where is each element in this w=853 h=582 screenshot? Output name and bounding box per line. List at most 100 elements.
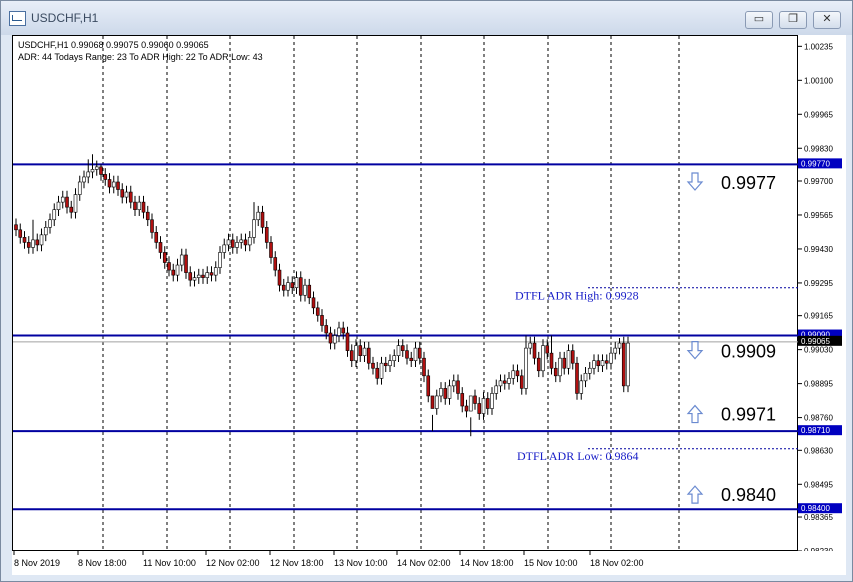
candle-body-5 xyxy=(35,239,40,246)
candle-body-65 xyxy=(290,282,295,289)
candle-body-130 xyxy=(566,350,571,369)
close-button[interactable]: ✕ xyxy=(813,11,841,29)
price-tick-label: 1.00100 xyxy=(804,76,833,85)
candle-body-72 xyxy=(320,315,324,326)
candle-body-3 xyxy=(26,242,31,248)
candle-body-83 xyxy=(366,347,371,364)
level-price-tag: 0.98400 xyxy=(801,504,830,513)
chart-window-icon xyxy=(9,11,26,26)
candle-body-62 xyxy=(277,269,282,286)
candle-body-35 xyxy=(162,252,167,263)
candle-body-45 xyxy=(205,272,210,278)
candle-body-106 xyxy=(464,405,469,412)
candle-body-105 xyxy=(460,393,465,407)
candle-body-128 xyxy=(558,357,562,377)
minimize-button[interactable]: ▭ xyxy=(745,11,773,29)
candle-body-58 xyxy=(260,211,265,228)
price-tick-label: 0.98895 xyxy=(804,380,833,389)
price-tick-label: 0.99030 xyxy=(804,346,833,355)
chart-info: USDCHF,H1 0.99068 0.99075 0.99060 0.9906… xyxy=(18,39,263,63)
candle-body-104 xyxy=(456,380,460,394)
price-tick-label: 0.99700 xyxy=(804,177,833,186)
price-tick-label: 0.99830 xyxy=(804,144,833,153)
price-chart[interactable]: DTFL ADR High: 0.9928 DTFL ADR Low: 0.986… xyxy=(13,36,799,552)
candle-body-96 xyxy=(422,357,426,377)
annotation-text-1: 0.9909 xyxy=(721,342,776,362)
candle-body-86 xyxy=(379,362,384,379)
candle-body-80 xyxy=(354,345,358,362)
time-axis-labels: 8 Nov 2019 8 Nov 18:00 11 Nov 10:00 12 Nov … xyxy=(13,551,644,568)
time-tick-label: 18 Nov 02:00 xyxy=(590,558,644,568)
candle-body-134 xyxy=(583,372,588,382)
candle-body-70 xyxy=(311,297,316,309)
candle-body-76 xyxy=(337,327,341,336)
candle-body-39 xyxy=(179,254,184,266)
candle-body-13 xyxy=(69,206,74,213)
candle-body-51 xyxy=(230,239,235,248)
candle-body-116 xyxy=(507,378,511,384)
candle-body-98 xyxy=(430,395,435,409)
candle-body-135 xyxy=(587,367,592,374)
candle-body-100 xyxy=(439,388,443,397)
arrow-down-icon xyxy=(686,172,704,191)
candle-body-120 xyxy=(524,347,528,389)
price-tick-label: 0.99165 xyxy=(804,312,833,321)
candle-body-6 xyxy=(39,234,44,246)
annotation-text-3: 0.9840 xyxy=(721,485,776,505)
candle-body-20 xyxy=(99,166,103,175)
candle-body-115 xyxy=(502,380,507,384)
candle-body-12 xyxy=(65,196,69,208)
candle-body-118 xyxy=(515,370,520,377)
price-tick-label: 0.98760 xyxy=(804,414,833,423)
candle-body-40 xyxy=(184,254,188,273)
candle-body-29 xyxy=(137,201,142,210)
adr-low-label: DTFL ADR Low: 0.9864 xyxy=(517,449,639,463)
price-axis[interactable]: 1.00235 1.00100 0.99965 0.99830 0.99700 0.995… xyxy=(798,35,846,551)
candle-body-31 xyxy=(145,211,150,221)
candle-body-17 xyxy=(86,171,91,178)
candle-body-11 xyxy=(60,196,65,203)
candle-body-18 xyxy=(90,169,95,173)
annotation-text-0: 0.9977 xyxy=(721,173,776,193)
candle-body-110 xyxy=(481,398,486,414)
candle-body-59 xyxy=(264,226,269,243)
candle-body-69 xyxy=(307,284,312,299)
candle-body-126 xyxy=(549,352,554,369)
candle-body-77 xyxy=(341,327,346,334)
candle-body-74 xyxy=(328,332,333,344)
candle-body-136 xyxy=(592,360,596,369)
candle-body-112 xyxy=(490,393,494,409)
chart-plot-area[interactable]: DTFL ADR High: 0.9928 DTFL ADR Low: 0.986… xyxy=(12,35,799,552)
candle-body-122 xyxy=(532,342,537,359)
candle-body-102 xyxy=(447,385,452,399)
annotation-text-2: 0.9971 xyxy=(721,405,776,425)
candle-body-123 xyxy=(536,357,541,372)
candle-body-22 xyxy=(107,179,112,188)
candle-body-121 xyxy=(528,342,533,349)
title-bar[interactable]: USDCHF,H1 ▭ ❐ ✕ xyxy=(1,1,852,35)
candle-body-92 xyxy=(405,350,409,359)
candle-body-63 xyxy=(281,284,286,291)
candle-body-23 xyxy=(111,181,116,188)
time-tick-label: 8 Nov 2019 xyxy=(14,558,60,568)
time-tick-label: 12 Nov 02:00 xyxy=(206,558,260,568)
price-tick-label: 0.98495 xyxy=(804,480,833,489)
restore-button[interactable]: ❐ xyxy=(779,11,807,29)
candle-body-79 xyxy=(349,350,354,362)
candle-body-50 xyxy=(226,239,231,246)
candle-body-117 xyxy=(511,370,516,379)
candle-body-82 xyxy=(362,347,367,356)
candle-body-56 xyxy=(252,219,256,238)
symbol-quote: USDCHF,H1 0.99068 0.99075 0.99060 0.9906… xyxy=(18,40,209,50)
candle-body-99 xyxy=(434,395,439,409)
candle-body-61 xyxy=(273,257,278,271)
candle-body-140 xyxy=(609,352,613,364)
candle-body-43 xyxy=(196,274,201,278)
time-axis[interactable]: 8 Nov 2019 8 Nov 18:00 11 Nov 10:00 12 Nov … xyxy=(12,551,846,575)
candle-body-81 xyxy=(358,345,363,356)
candle-body-93 xyxy=(409,357,414,362)
candle-body-9 xyxy=(52,209,57,221)
candle-body-55 xyxy=(247,237,252,246)
candle-body-141 xyxy=(613,347,618,354)
candle-body-25 xyxy=(120,189,125,198)
